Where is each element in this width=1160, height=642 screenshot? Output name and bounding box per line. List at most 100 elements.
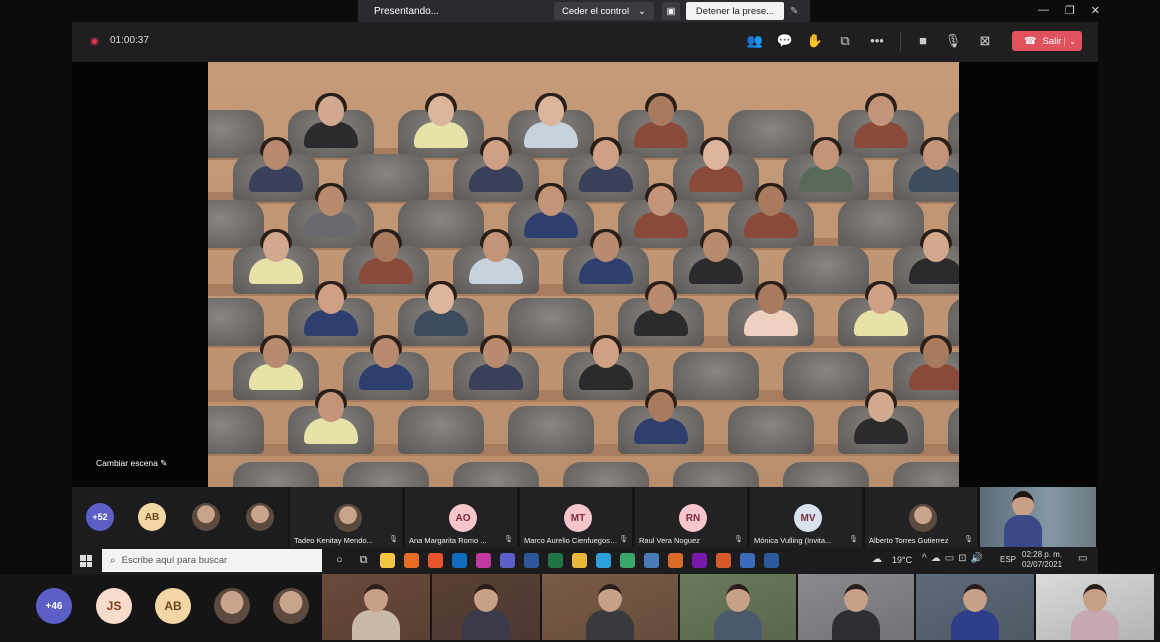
toolbar-divider [900, 32, 901, 52]
participant-video[interactable] [916, 574, 1034, 640]
system-tray-icons[interactable]: ^☁▭⊡🔊 [922, 553, 987, 564]
excel-icon[interactable] [548, 553, 563, 568]
chrome-icon[interactable] [572, 553, 587, 568]
auditorium-seat [398, 406, 484, 454]
participant-name: Mónica Vulling (Invita... [754, 536, 832, 545]
auditorium-seat [728, 406, 814, 454]
person-body [951, 610, 999, 640]
participant-tile[interactable]: RN Raul Vera Noguez 🎙 [635, 487, 747, 547]
auditorium-seat [508, 406, 594, 454]
auditorium-seat [233, 462, 319, 487]
app-icon[interactable] [476, 553, 491, 568]
participant-name: Alberto Torres Gutierrez [869, 536, 949, 545]
reactions-icon[interactable]: ✋ [806, 32, 824, 50]
app-icon[interactable] [716, 553, 731, 568]
teams-icon[interactable] [500, 553, 515, 568]
give-control-button[interactable]: Ceder el control ⌄ [554, 2, 654, 20]
avatar[interactable]: JS [96, 588, 132, 624]
more-participants-badge[interactable]: +46 [36, 588, 72, 624]
participants-icon[interactable]: 👥 [746, 32, 764, 50]
auditorium-seat [208, 298, 264, 346]
avatar [334, 504, 362, 532]
screen-icon[interactable]: ▣ [662, 2, 680, 20]
presenting-label: Presentando... [374, 5, 440, 17]
participant-video[interactable] [798, 574, 914, 640]
cortana-icon[interactable]: ○ [332, 553, 347, 568]
participant-video[interactable] [1036, 574, 1154, 640]
auditorium-seat [208, 406, 264, 454]
participant-video[interactable] [322, 574, 430, 640]
word-icon[interactable] [524, 553, 539, 568]
participant-video[interactable] [542, 574, 678, 640]
search-icon: ⌕ [110, 555, 116, 566]
app-icon[interactable] [620, 553, 635, 568]
app-icon[interactable] [740, 553, 755, 568]
app-icon[interactable] [764, 553, 779, 568]
rooms-icon[interactable]: ⧉ [836, 32, 854, 50]
avatar[interactable] [192, 503, 220, 531]
mic-muted-icon: 🎙 [964, 536, 973, 543]
windows-start-icon[interactable] [80, 555, 92, 567]
person-body [714, 610, 762, 640]
onenote-icon[interactable] [692, 553, 707, 568]
camera-icon[interactable]: ■ [914, 32, 932, 50]
stop-presenting-button[interactable]: Detener la prese... [686, 2, 784, 20]
app-icon[interactable] [668, 553, 683, 568]
auditorium-seat [893, 462, 959, 487]
microphone-icon[interactable]: 🎙 [944, 32, 962, 50]
change-scene-label: Cambiar escena [96, 458, 158, 468]
participant-tile[interactable]: MT Marco Aurelio Cienfuegos ... 🎙 [520, 487, 632, 547]
participant-video[interactable] [680, 574, 796, 640]
pin-icon[interactable]: ✎ [790, 6, 798, 17]
mic-muted-icon: 🎙 [389, 536, 398, 543]
chevron-down-icon[interactable]: ⌄ [1064, 36, 1076, 46]
notifications-icon[interactable]: ▭ [1078, 553, 1087, 564]
avatar[interactable] [214, 588, 250, 624]
presenter-video[interactable] [980, 487, 1096, 547]
participant-tile[interactable]: Alberto Torres Gutierrez 🎙 [865, 487, 977, 547]
participant-tile[interactable]: AO Ana Margarita Romo ... 🎙 [405, 487, 517, 547]
participant-video[interactable] [432, 574, 540, 640]
avatar: RN [679, 504, 707, 532]
file-explorer-icon[interactable] [380, 553, 395, 568]
participant-name: Ana Margarita Romo ... [409, 536, 487, 545]
person-head [844, 584, 868, 612]
taskbar-clock[interactable]: 02:28 p. m. 02/07/2021 [1022, 550, 1062, 570]
participant-tile[interactable]: MV Mónica Vulling (Invita... 🎙 [750, 487, 862, 547]
avatar[interactable]: AB [138, 503, 166, 531]
person-body [586, 610, 634, 640]
change-scene-button[interactable]: Cambiar escena ✎ [96, 458, 167, 469]
mic-muted-icon: 🎙 [504, 536, 513, 543]
person-head [474, 584, 498, 612]
task-view-icon[interactable]: ⧉ [356, 553, 371, 568]
language-indicator[interactable]: ESP [1000, 555, 1016, 564]
participant-tile[interactable]: Tadeo Kenitay Mendo... 🎙 [290, 487, 402, 547]
person-body [352, 610, 400, 640]
avatar[interactable] [273, 588, 309, 624]
share-screen-icon[interactable]: ⊠ [976, 32, 994, 50]
taskbar-search[interactable]: ⌕ Escribe aquí para buscar [102, 549, 322, 572]
firefox-icon[interactable] [404, 553, 419, 568]
close-icon[interactable]: ✕ [1091, 4, 1100, 17]
avatar[interactable]: AB [155, 588, 191, 624]
search-placeholder: Escribe aquí para buscar [121, 555, 228, 566]
auditorium-seat [673, 462, 759, 487]
avatar[interactable] [246, 503, 274, 531]
minimize-icon[interactable]: — [1038, 4, 1049, 16]
restore-icon[interactable]: ❐ [1065, 4, 1075, 17]
person-head [726, 584, 750, 612]
app-icon[interactable] [428, 553, 443, 568]
edge-icon[interactable] [596, 553, 611, 568]
window-controls: — ❐ ✕ [1038, 0, 1100, 20]
more-participants-badge[interactable]: +52 [86, 503, 114, 531]
auditorium-seat [783, 246, 869, 294]
app-icon[interactable] [644, 553, 659, 568]
leave-button[interactable]: ☎ Salir ⌄ [1012, 31, 1082, 51]
auditorium-seat [948, 298, 959, 346]
chat-icon[interactable]: 💬 [776, 32, 794, 50]
auditorium-seat [343, 154, 429, 202]
give-control-label: Ceder el control [562, 5, 630, 17]
recording-icon [90, 37, 99, 46]
outlook-icon[interactable] [452, 553, 467, 568]
more-options-icon[interactable]: ••• [868, 32, 886, 50]
